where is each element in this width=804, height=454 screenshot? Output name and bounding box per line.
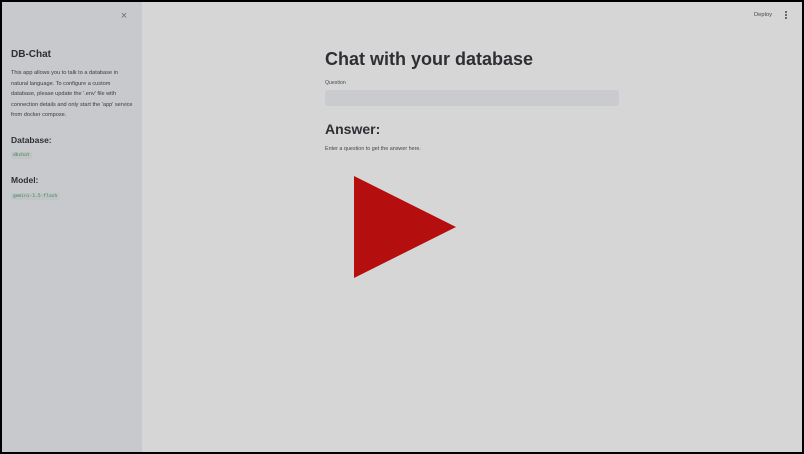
- sidebar-title: DB-Chat: [11, 49, 51, 60]
- answer-heading: Answer:: [325, 121, 381, 137]
- close-icon[interactable]: ×: [118, 10, 130, 22]
- play-icon[interactable]: [354, 176, 456, 278]
- model-heading: Model:: [11, 175, 39, 185]
- app-window: × DB-Chat This app allows you to talk to…: [2, 2, 802, 452]
- sidebar: × DB-Chat This app allows you to talk to…: [2, 2, 142, 452]
- sidebar-description: This app allows you to talk to a databas…: [11, 70, 133, 119]
- deploy-button[interactable]: Deploy: [754, 12, 772, 18]
- vertical-ellipsis-icon[interactable]: [784, 11, 788, 20]
- database-heading: Database:: [11, 135, 52, 145]
- database-value: dbchat: [11, 152, 32, 159]
- question-input[interactable]: [325, 90, 619, 106]
- model-value: gemini-1.5-flash: [11, 193, 60, 200]
- question-label: Question: [325, 80, 346, 86]
- page-title: Chat with your database: [325, 49, 534, 69]
- answer-text: Enter a question to get the answer here.: [325, 146, 421, 152]
